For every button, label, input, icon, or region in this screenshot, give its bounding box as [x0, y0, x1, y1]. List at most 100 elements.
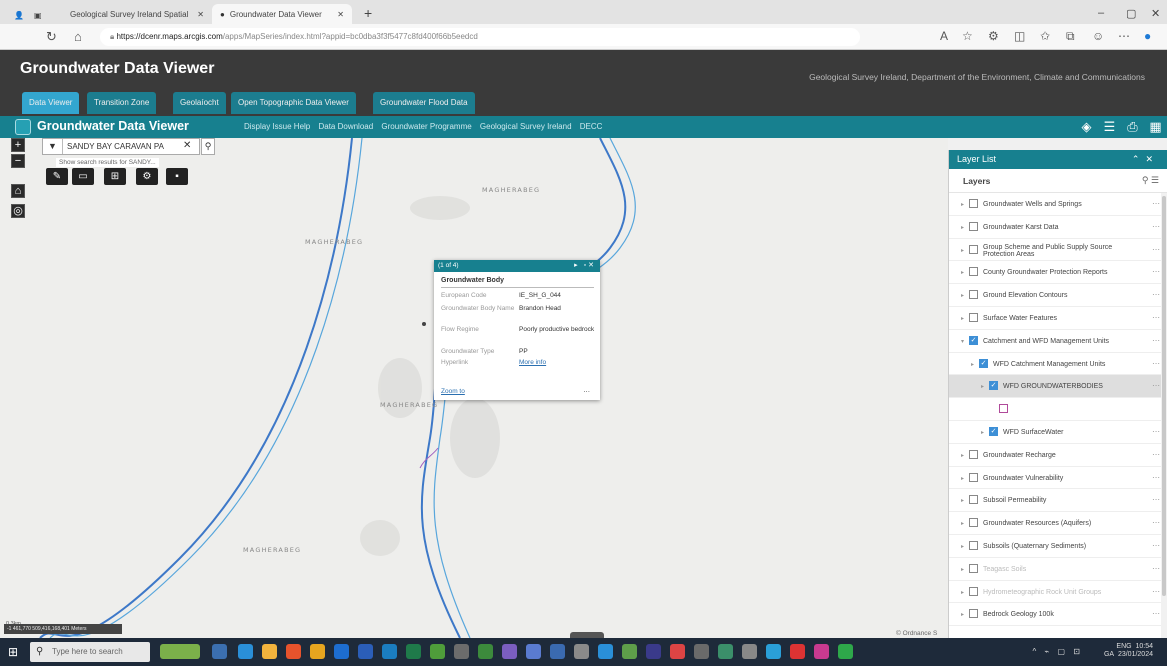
notes-app-icon[interactable]	[622, 644, 637, 659]
layer-item[interactable]: ▸ Groundwater Resources (Aquifers) ⋯	[949, 512, 1167, 535]
layer-visibility-checkbox[interactable]	[969, 540, 978, 550]
chrome-icon[interactable]	[310, 644, 325, 659]
maps-app-icon[interactable]	[430, 644, 445, 659]
firefox-icon[interactable]	[286, 644, 301, 659]
layer-visibility-checkbox[interactable]	[969, 472, 978, 482]
layer-options-icon[interactable]: ⋯	[1152, 541, 1160, 550]
expand-toggle-icon[interactable]: ▸	[971, 361, 974, 368]
home-icon[interactable]: ⌂	[74, 29, 82, 44]
terminal-icon[interactable]	[550, 644, 565, 659]
layer-visibility-checkbox[interactable]	[969, 495, 978, 505]
layer-item[interactable]: ▸ Groundwater Recharge ⋯	[949, 444, 1167, 467]
layer-visibility-checkbox[interactable]	[969, 199, 978, 208]
layer-options-icon[interactable]: ⋯	[1152, 222, 1160, 231]
layer-options-icon[interactable]: ⋯	[1152, 267, 1160, 276]
draw-tool-icon[interactable]: ✎	[46, 168, 68, 185]
layer-visibility-checkbox[interactable]	[969, 221, 978, 231]
layer-visibility-checkbox[interactable]	[969, 449, 978, 459]
layer-item[interactable]: ▸ County Groundwater Protection Reports ⋯	[949, 261, 1167, 285]
search-icon[interactable]: ⚲	[201, 138, 215, 155]
zoom-out-button[interactable]: −	[11, 154, 25, 168]
search-input[interactable]: SANDY BAY CARAVAN PA	[67, 142, 164, 151]
pen-app-icon[interactable]	[454, 644, 469, 659]
store-app-icon[interactable]	[838, 644, 853, 659]
legend-icon[interactable]: ☰	[1101, 119, 1118, 135]
tab-groundwater-flood[interactable]: Groundwater Flood Data	[373, 92, 475, 114]
layer-visibility-checkbox[interactable]	[969, 290, 978, 300]
new-tab-button[interactable]: +	[356, 3, 380, 23]
layer-item[interactable]	[949, 398, 1167, 421]
start-button-icon[interactable]: ⊞	[8, 646, 20, 658]
expand-toggle-icon[interactable]: ▸	[981, 383, 984, 390]
selected-point[interactable]	[422, 322, 426, 326]
expand-toggle-icon[interactable]: ▸	[981, 429, 984, 436]
expand-toggle-icon[interactable]: ▾	[961, 338, 964, 345]
next-feature-icon[interactable]: ▸	[574, 262, 580, 269]
layer-item[interactable]: ▸ Groundwater Karst Data ⋯	[949, 216, 1167, 239]
expand-toggle-icon[interactable]: ▸	[961, 543, 964, 550]
collections-icon[interactable]: ⧉	[1066, 29, 1075, 44]
clock-app-icon[interactable]	[742, 644, 757, 659]
excel-icon[interactable]	[406, 644, 421, 659]
mail-icon[interactable]	[382, 644, 397, 659]
layer-options-icon[interactable]: ⋯	[1152, 199, 1160, 208]
expand-toggle-icon[interactable]: ▸	[961, 201, 964, 208]
basemap-gallery-icon[interactable]: ▦	[1147, 119, 1164, 135]
expand-toggle-icon[interactable]: ▸	[961, 247, 964, 254]
network-app-icon[interactable]	[478, 644, 493, 659]
layer-visibility-checkbox[interactable]	[969, 244, 978, 254]
layer-options-icon[interactable]: ⋯	[1152, 336, 1160, 345]
taskbar-search-box[interactable]: ⚲ Type here to search	[30, 642, 150, 662]
extensions-icon[interactable]: ⚙	[988, 29, 999, 43]
layer-visibility-checkbox[interactable]	[969, 563, 978, 573]
photos-app-icon[interactable]	[766, 644, 781, 659]
gear-app-icon[interactable]	[694, 644, 709, 659]
word-icon[interactable]	[358, 644, 373, 659]
clear-search-icon[interactable]: ✕	[183, 140, 191, 151]
layer-options-icon[interactable]: ⋯	[1152, 450, 1160, 459]
layer-visibility-checkbox[interactable]	[969, 267, 978, 277]
layer-options-icon[interactable]: ⋯	[1152, 473, 1160, 482]
search-suggestion[interactable]: Show search results for SANDY...	[56, 158, 159, 167]
copilot-icon[interactable]: ●	[1144, 29, 1151, 43]
layer-options-icon[interactable]: ⋯	[1152, 587, 1160, 596]
layer-visibility-checkbox[interactable]: ✓	[969, 335, 978, 345]
layer-visibility-checkbox[interactable]: ✓	[979, 358, 988, 368]
layer-item[interactable]: ▸ Subsoils (Quaternary Sediments) ⋯	[949, 535, 1167, 558]
close-tab-icon[interactable]: ✕	[337, 10, 344, 19]
pin-app-icon[interactable]	[670, 644, 685, 659]
tab-actions-icon[interactable]: ▣	[26, 5, 50, 25]
media-app-icon[interactable]	[814, 644, 829, 659]
tab-data-viewer[interactable]: Data Viewer	[22, 92, 80, 114]
layer-options-icon[interactable]: ⋯	[1152, 609, 1160, 618]
layer-options-icon[interactable]: ⋯	[1152, 518, 1160, 527]
teams-icon[interactable]	[526, 644, 541, 659]
layer-options-icon[interactable]: ⋯	[1152, 381, 1160, 390]
layer-visibility-checkbox[interactable]	[969, 586, 978, 596]
expand-toggle-icon[interactable]: ▸	[961, 224, 964, 231]
map-view[interactable]: MAGHERABEG MAGHERABEG MAGHERABEG MAGHERA…	[0, 138, 948, 638]
split-screen-icon[interactable]: ◫	[1014, 29, 1025, 43]
layer-options-icon[interactable]: ⋯	[1152, 427, 1160, 436]
browser-app-icon[interactable]	[598, 644, 613, 659]
collapse-panel-icon[interactable]: ⌃	[1132, 154, 1146, 164]
layer-options-icon[interactable]: ⋯	[1152, 313, 1160, 322]
calc-app-icon[interactable]	[718, 644, 733, 659]
layer-item[interactable]: ▸ Groundwater Vulnerability ⋯	[949, 467, 1167, 490]
expand-toggle-icon[interactable]: ▸	[961, 475, 964, 482]
minimize-button[interactable]: –	[1090, 3, 1112, 23]
link-data-download[interactable]: Data Download	[318, 122, 373, 131]
favorites-icon[interactable]: ✩	[1040, 29, 1050, 43]
share-tool-icon[interactable]: ⚙	[136, 168, 158, 185]
layer-item[interactable]: ▾ ✓ Catchment and WFD Management Units ⋯	[949, 330, 1167, 353]
refresh-icon[interactable]: ↻	[46, 29, 57, 45]
language-indicator[interactable]: ENG	[1116, 643, 1131, 650]
outlook-icon[interactable]	[334, 644, 349, 659]
system-clock[interactable]: ENG 10:54 GA 23/01/2024	[1104, 643, 1153, 659]
system-tray-icons[interactable]: ^ ⌁ ▢ ⊡	[1033, 647, 1084, 656]
search-source-dropdown[interactable]: ▼	[43, 139, 63, 154]
link-gsi[interactable]: Geological Survey Ireland	[480, 122, 572, 131]
zoom-to-link[interactable]: Zoom to	[441, 388, 465, 395]
layer-visibility-checkbox[interactable]: ✓	[989, 426, 998, 436]
layer-item[interactable]: ▸ Hydrometeographic Rock Unit Groups ⋯	[949, 581, 1167, 604]
